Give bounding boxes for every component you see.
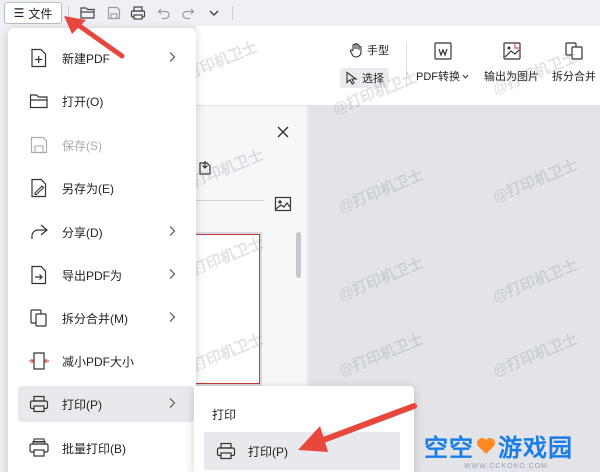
chevron-right-icon	[168, 225, 176, 237]
export-image-label: 输出为图片	[484, 71, 539, 83]
brand-name: 空空 游戏园	[424, 428, 600, 463]
chevron-right-icon	[168, 397, 176, 409]
print-submenu: 打印 打印(P)	[194, 386, 414, 472]
menu-item-label: 导出PDF为	[62, 268, 123, 283]
undo-icon[interactable]	[154, 3, 174, 23]
close-panel-icon[interactable]	[276, 125, 290, 139]
menu-item-compress[interactable]: 减小PDF大小	[18, 343, 194, 379]
pdf-convert-button[interactable]: PDF转换	[416, 40, 469, 84]
menu-item-export-pdf[interactable]: 导出PDF为	[18, 257, 194, 293]
menu-item-label: 保存(S)	[62, 138, 102, 153]
panel-divider	[196, 200, 264, 201]
page-thumbnail[interactable]	[196, 234, 260, 384]
split-merge-ribbon-icon	[563, 40, 585, 62]
image-icon[interactable]	[274, 196, 292, 212]
quick-access-toolbar: ☰ 文件	[0, 0, 600, 26]
pdf-convert-icon	[432, 40, 454, 62]
menu-item-label: 打印(P)	[62, 397, 102, 412]
menu-item-label: 批量打印(B)	[62, 441, 126, 456]
chevron-right-icon	[168, 311, 176, 323]
split-merge-ribbon-label: 拆分合并	[552, 71, 596, 83]
ribbon-toolbar: 手型 选择 PDF转换 输出为图片 拆分合并	[196, 26, 600, 106]
menu-item-save-as[interactable]: 另存为(E)	[18, 170, 194, 206]
menu-item-open[interactable]: 打开(O)	[18, 83, 194, 119]
hand-tool-button[interactable]: 手型	[348, 42, 389, 58]
pdf-convert-label: PDF转换	[416, 71, 460, 83]
chevron-right-icon	[168, 51, 176, 63]
folder-open-icon[interactable]	[78, 3, 98, 23]
hand-tool-label: 手型	[367, 45, 389, 57]
extract-page-icon[interactable]	[198, 160, 212, 176]
menu-item-share[interactable]: 分享(D)	[18, 214, 194, 250]
menu-item-batch-print[interactable]: 批量打印(B)	[18, 430, 194, 466]
cursor-icon	[345, 71, 359, 85]
printer-icon	[216, 442, 236, 460]
file-menu-button[interactable]: ☰ 文件	[4, 2, 62, 24]
menu-item-label: 拆分合并(M)	[62, 311, 128, 326]
menu-item-label: 减小PDF大小	[62, 354, 135, 369]
print-icon[interactable]	[128, 3, 148, 23]
file-dropdown-menu: 新建PDF 打开(O) 保存(S) 另存为(E) 分享(D) 导出PDF为 拆分…	[8, 28, 196, 472]
ribbon-separator	[406, 42, 407, 88]
site-logo: 空空 游戏园 WWW.CCKOKO.COM	[424, 428, 600, 472]
menu-item-label: 打开(O)	[62, 94, 104, 109]
heart-logo-icon	[475, 436, 497, 456]
submenu-item-print[interactable]: 打印(P)	[204, 432, 400, 470]
save-icon	[28, 134, 50, 156]
compress-icon	[28, 350, 50, 372]
save-icon[interactable]	[104, 3, 124, 23]
redo-icon[interactable]	[178, 3, 198, 23]
chevron-right-icon	[168, 268, 176, 280]
toolbar-separator	[232, 6, 233, 20]
select-tool-button[interactable]: 选择	[340, 68, 389, 88]
file-menu-label: 文件	[28, 6, 53, 21]
export-image-button[interactable]: 输出为图片	[484, 40, 539, 84]
menu-item-save[interactable]: 保存(S)	[18, 127, 194, 163]
panel-scrollbar[interactable]	[296, 232, 301, 278]
dropdown-caret-icon	[462, 74, 469, 79]
menu-item-new-pdf[interactable]: 新建PDF	[18, 40, 194, 76]
share-icon	[28, 221, 50, 243]
printer-icon	[28, 393, 50, 415]
split-merge-ribbon-button[interactable]: 拆分合并	[552, 40, 596, 84]
chevron-down-icon[interactable]	[204, 3, 224, 23]
split-merge-icon	[28, 307, 50, 329]
menu-item-split-merge[interactable]: 拆分合并(M)	[18, 300, 194, 336]
select-tool-label: 选择	[362, 73, 384, 85]
submenu-title: 打印	[212, 408, 237, 422]
menu-item-label: 分享(D)	[62, 225, 103, 240]
batch-print-icon	[28, 437, 50, 459]
menu-item-label: 新建PDF	[62, 51, 111, 66]
folder-icon	[28, 90, 50, 112]
export-image-icon	[501, 40, 523, 62]
brand-name-part1: 空空	[424, 435, 474, 462]
menu-item-print[interactable]: 打印(P)	[18, 386, 194, 422]
save-as-icon	[28, 177, 50, 199]
menu-lines-icon: ☰	[13, 6, 25, 20]
export-pdf-icon	[28, 264, 50, 286]
brand-url: WWW.CCKOKO.COM	[464, 463, 548, 470]
menu-item-label: 另存为(E)	[62, 181, 114, 196]
brand-name-part2: 游戏园	[498, 435, 573, 462]
hand-icon	[348, 42, 364, 58]
submenu-item-label: 打印(P)	[248, 444, 288, 459]
new-pdf-icon	[28, 47, 50, 69]
toolbar-separator	[68, 6, 69, 20]
